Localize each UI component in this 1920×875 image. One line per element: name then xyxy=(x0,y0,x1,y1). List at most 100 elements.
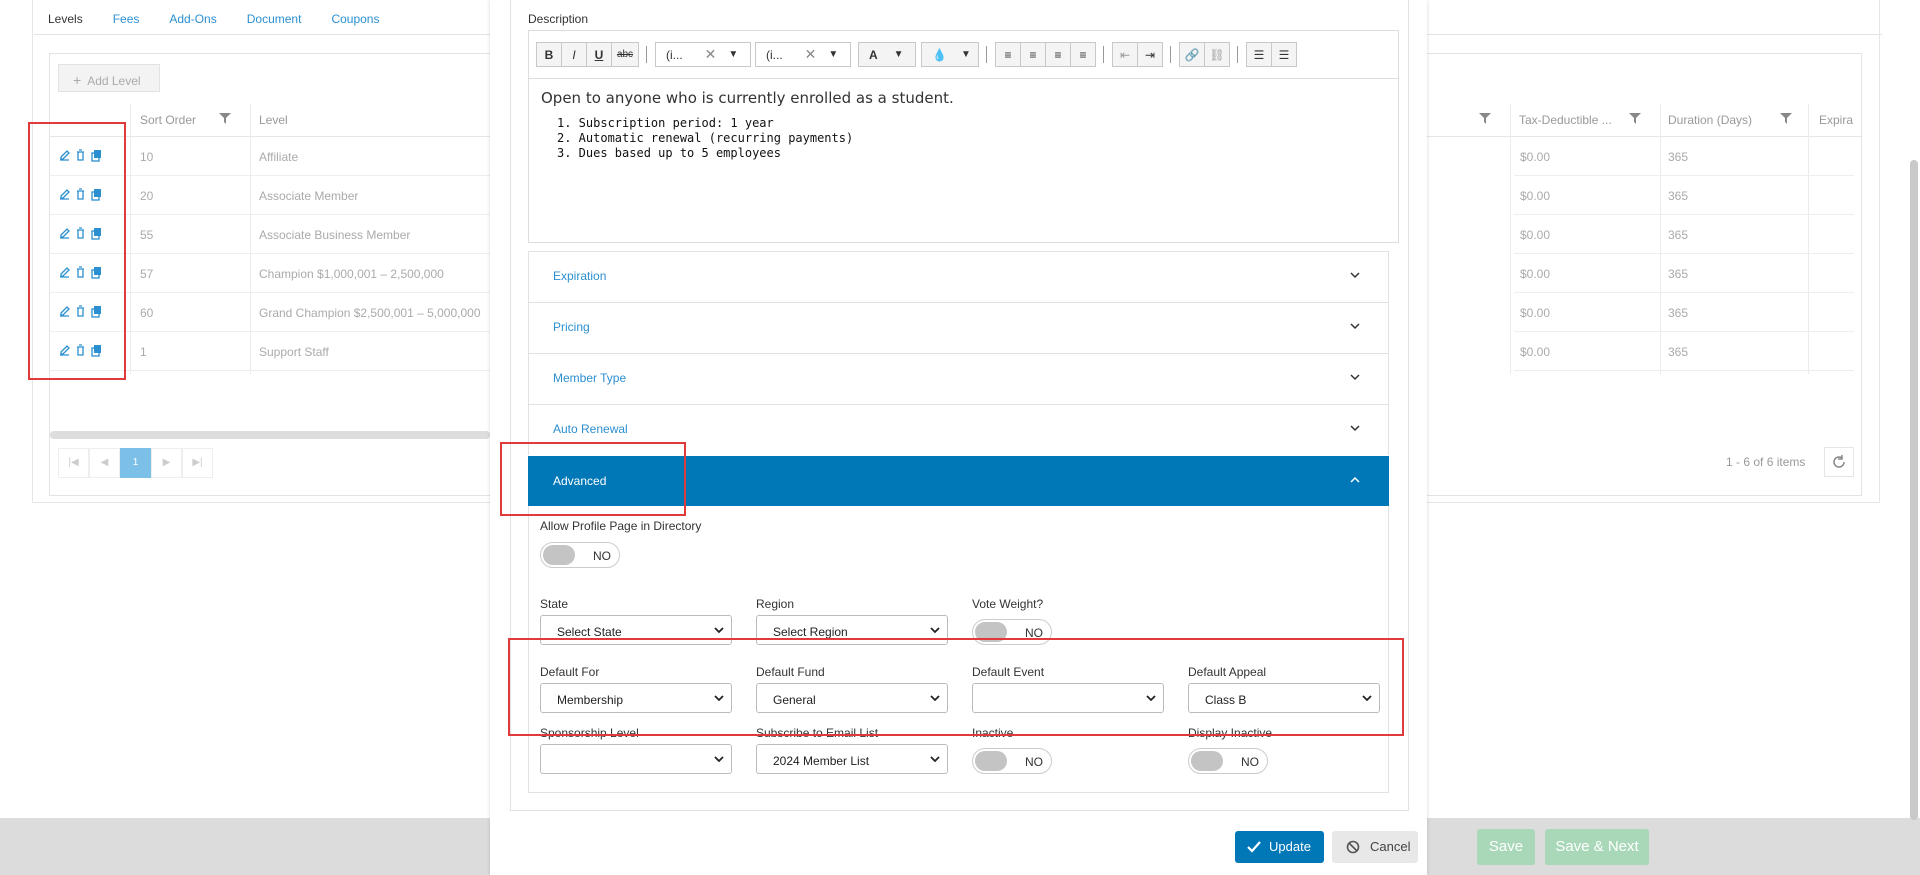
first-page-icon[interactable]: |◀ xyxy=(58,448,89,478)
text-color-icon: A xyxy=(869,47,878,62)
chevron-down-icon xyxy=(1350,425,1360,432)
table-row[interactable]: $0.00 365 xyxy=(1514,254,1854,293)
next-page-icon[interactable]: ▶ xyxy=(151,448,182,478)
strikethrough-button[interactable]: abc xyxy=(611,42,639,67)
text-color-picker[interactable]: A ▼ xyxy=(858,42,916,67)
email-list-select[interactable]: 2024 Member List xyxy=(756,744,948,774)
display-inactive-toggle[interactable]: NO xyxy=(1188,748,1268,774)
column-tax-deductible[interactable]: Tax-Deductible ... xyxy=(1519,104,1612,136)
section-title: Member Type xyxy=(553,371,627,385)
filter-icon[interactable] xyxy=(1479,113,1491,124)
chevron-down-icon xyxy=(1350,272,1360,279)
droplet-icon: 💧 xyxy=(932,47,947,62)
tab-document[interactable]: Document xyxy=(247,12,302,26)
align-left-icon[interactable]: ≡ xyxy=(995,42,1021,67)
horizontal-scrollbar[interactable] xyxy=(50,431,490,439)
page-background: Levels Fees Add-Ons Document Coupons + Ad… xyxy=(0,0,1920,875)
table-row[interactable]: $0.00 365 xyxy=(1514,137,1854,176)
table-row[interactable]: $0.00 365 xyxy=(1514,293,1854,332)
toggle-state: NO xyxy=(593,549,611,563)
unlink-icon[interactable]: ⛓ xyxy=(1204,42,1230,67)
level-cell: Associate Member xyxy=(259,189,359,203)
table-row[interactable]: $0.00 365 xyxy=(1514,332,1854,371)
font-family-select[interactable]: (i... ✕ ▼ xyxy=(655,42,751,67)
editor-content[interactable]: Open to anyone who is currently enrolled… xyxy=(541,89,1381,161)
clear-icon[interactable]: ✕ xyxy=(805,46,817,63)
align-justify-icon[interactable]: ≡ xyxy=(1070,42,1096,67)
outdent-icon[interactable]: ⇤ xyxy=(1112,42,1138,67)
indent-icon[interactable]: ⇥ xyxy=(1137,42,1163,67)
sort-order-cell: 1 xyxy=(140,345,147,359)
font-family-value: (i... xyxy=(666,47,683,62)
sponsorship-select[interactable] xyxy=(540,744,732,774)
description-editor[interactable]: B I U abc (i... ✕ ▼ (i... ✕ ▼ A ▼ 💧 ▼ ≡ ≡ ≡ ≡ … xyxy=(528,30,1399,243)
section-member-type[interactable]: Member Type xyxy=(528,353,1389,404)
chevron-down-icon xyxy=(930,627,940,634)
filter-icon[interactable] xyxy=(1780,113,1792,124)
level-cell: Associate Business Member xyxy=(259,228,411,242)
refresh-button[interactable] xyxy=(1824,447,1854,477)
column-expiration[interactable]: Expira xyxy=(1819,104,1853,136)
clear-icon[interactable]: ✕ xyxy=(705,46,717,63)
list-item: 1. Subscription period: 1 year xyxy=(557,116,774,130)
filter-icon[interactable] xyxy=(1629,113,1641,124)
align-center-icon[interactable]: ≡ xyxy=(1020,42,1046,67)
edit-level-modal: Description B I U abc (i... ✕ ▼ (i... ✕ ▼ A ▼… xyxy=(490,0,1427,875)
bold-button[interactable]: B xyxy=(536,42,562,67)
tab-levels[interactable]: Levels xyxy=(48,12,83,26)
page-number[interactable]: 1 xyxy=(120,448,151,478)
duration-cell: 365 xyxy=(1668,345,1689,359)
level-cell: Affiliate xyxy=(259,150,299,164)
section-expiration[interactable]: Expiration xyxy=(528,251,1389,302)
prev-page-icon[interactable]: ◀ xyxy=(89,448,120,478)
duration-cell: 365 xyxy=(1668,189,1689,203)
font-size-select[interactable]: (i... ✕ ▼ xyxy=(755,42,851,67)
select-value: 2024 Member List xyxy=(773,754,870,768)
tab-add-ons[interactable]: Add-Ons xyxy=(169,12,216,26)
list-item: 2. Automatic renewal (recurring payments… xyxy=(557,131,854,145)
background-color-picker[interactable]: 💧 ▼ xyxy=(921,42,979,67)
page-scrollbar[interactable] xyxy=(1910,160,1918,820)
duration-cell: 365 xyxy=(1668,306,1689,320)
state-label: State xyxy=(540,597,569,611)
tab-fees[interactable]: Fees xyxy=(113,12,140,26)
table-row[interactable]: $0.00 365 xyxy=(1514,176,1854,215)
update-label: Update xyxy=(1269,839,1311,854)
allow-profile-toggle[interactable]: NO xyxy=(540,542,620,568)
level-cell: Support Staff xyxy=(259,345,329,359)
tab-coupons[interactable]: Coupons xyxy=(331,12,379,26)
link-icon[interactable]: 🔗 xyxy=(1179,42,1205,67)
save-button[interactable]: Save xyxy=(1477,829,1535,865)
column-duration[interactable]: Duration (Days) xyxy=(1668,104,1752,136)
editor-list: 1. Subscription period: 1 year 2. Automa… xyxy=(541,116,1381,161)
tax-deductible-cell: $0.00 xyxy=(1520,150,1551,164)
toggle-state: NO xyxy=(1241,755,1259,769)
section-pricing[interactable]: Pricing xyxy=(528,302,1389,353)
align-right-icon[interactable]: ≡ xyxy=(1045,42,1071,67)
tab-bar: Levels Fees Add-Ons Document Coupons xyxy=(48,12,379,26)
italic-button[interactable]: I xyxy=(561,42,587,67)
pager-summary: 1 - 6 of 6 items xyxy=(1726,455,1806,469)
bullet-list-icon[interactable]: ☰ xyxy=(1271,42,1297,67)
chevron-down-icon[interactable]: ▼ xyxy=(828,49,838,60)
table-row[interactable]: $0.00 365 xyxy=(1514,215,1854,254)
ordered-list-icon[interactable]: ☰ xyxy=(1246,42,1272,67)
cancel-button[interactable]: Cancel xyxy=(1332,831,1418,863)
column-sort-order[interactable]: Sort Order xyxy=(140,104,196,136)
check-icon xyxy=(1247,841,1261,853)
duration-cell: 365 xyxy=(1668,267,1689,281)
list-item: 3. Dues based up to 5 employees xyxy=(557,146,781,160)
section-title: Expiration xyxy=(553,269,607,283)
section-title: Auto Renewal xyxy=(553,422,628,436)
underline-button[interactable]: U xyxy=(586,42,612,67)
save-next-button[interactable]: Save & Next xyxy=(1545,829,1649,865)
last-page-icon[interactable]: ▶| xyxy=(182,448,213,478)
update-button[interactable]: Update xyxy=(1235,831,1324,863)
column-level[interactable]: Level xyxy=(259,104,288,136)
sort-order-cell: 55 xyxy=(140,228,154,242)
filter-icon[interactable] xyxy=(219,113,231,124)
add-level-button[interactable]: + Add Level xyxy=(58,64,160,92)
tax-deductible-cell: $0.00 xyxy=(1520,345,1551,359)
inactive-toggle[interactable]: NO xyxy=(972,748,1052,774)
chevron-down-icon[interactable]: ▼ xyxy=(728,49,738,60)
